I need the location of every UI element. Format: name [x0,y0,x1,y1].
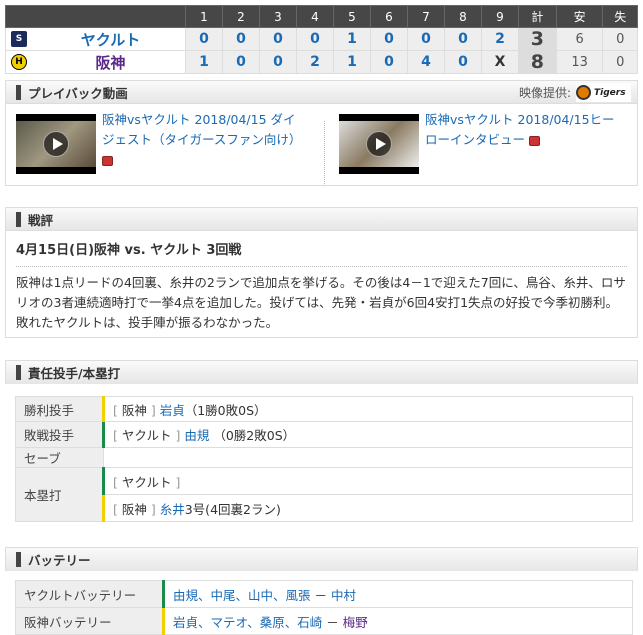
total-runs: 3 [518,27,557,51]
review-text: 阪神は1点リードの4回裏、糸井の2ランで追加点を挙げる。その後は4－1で迎えた7… [16,275,626,330]
scoreboard-header: 123456789計安失 [5,5,638,28]
video-thumbnail[interactable] [16,114,96,174]
player-link[interactable]: 岩貞 [160,403,185,418]
tigers-logo-icon: H [11,54,27,70]
battery-section-header: バッテリー [5,547,638,571]
play-icon [43,131,69,157]
review-section: 戦評 4月15日(日)阪神 vs. ヤクルト 3回戦 阪神は1点リードの4回裏、… [5,207,638,338]
scoreboard-row-away: S ヤクルト 000010002 360 [5,27,638,51]
player-link[interactable]: 糸井 [160,502,185,517]
video-link[interactable]: 阪神vsヤクルト 2018/04/15ヒーローインタビュー [425,112,615,147]
team-name[interactable]: 阪神 [6,52,185,73]
game-title: 4月15日(日)阪神 vs. ヤクルト 3回戦 [16,239,627,267]
scoreboard: 123456789計安失 S ヤクルト 000010002 360 H 阪神 100… [5,5,638,74]
scoreboard-row-home: H 阪神 10021040X 8 13 0 [5,50,638,74]
playback-section: プレイバック動画 映像提供: Tigers 阪神vsヤクルト 2018/04/15… [5,80,638,186]
pitchers-section-header: 責任投手/本塁打 [5,360,638,384]
video-link[interactable]: 阪神vsヤクルト 2018/04/15 ダイジェスト（タイガースファン向け） [102,112,301,147]
video-item[interactable]: 阪神vsヤクルト 2018/04/15ヒーローインタビュー [339,112,625,174]
tv-icon [529,135,540,146]
team-name[interactable]: ヤクルト [6,29,185,50]
video-credit: 映像提供: Tigers [519,83,631,102]
tigers-logo-icon: Tigers [576,83,631,102]
total-runs: 8 [518,50,557,74]
battery-table: ヤクルトバッテリー 由規、中尾、山中、風張 － 中村 阪神バッテリー 岩貞、マテオ、… [15,580,633,635]
section-header: 戦評 [6,208,637,231]
player-link[interactable]: 由規 [184,428,209,443]
tv-icon [102,155,113,166]
play-icon [366,131,392,157]
video-thumbnail[interactable] [339,114,419,174]
video-item[interactable]: 阪神vsヤクルト 2018/04/15 ダイジェスト（タイガースファン向け） [16,112,302,174]
section-header: プレイバック動画 映像提供: Tigers [6,81,637,104]
pitchers-table: 勝利投手[ 阪神 ] 岩貞（1勝0敗0S） 敗戦投手[ ヤクルト ] 由規 （0… [15,396,633,522]
swallows-logo-icon: S [11,31,27,47]
